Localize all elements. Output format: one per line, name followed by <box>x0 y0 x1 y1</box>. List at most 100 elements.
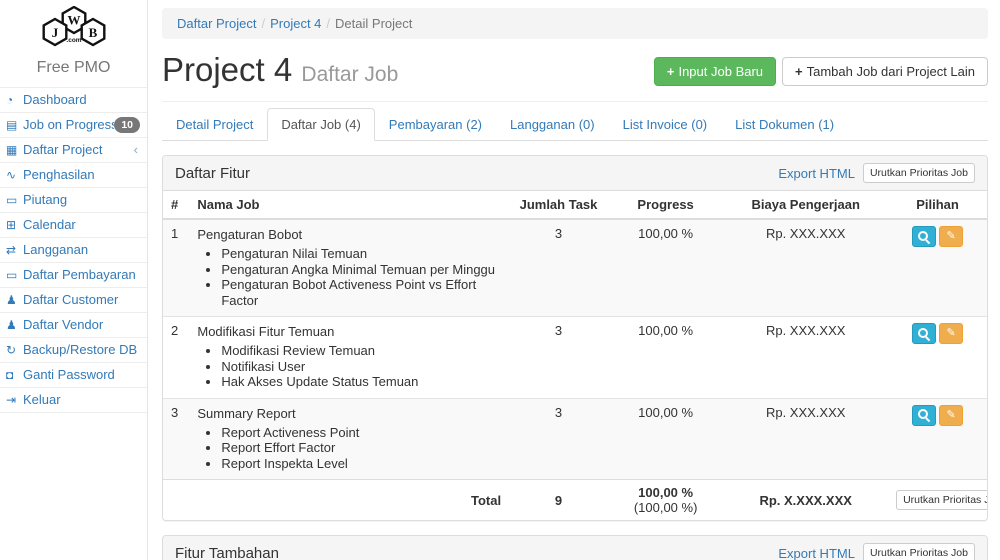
column-header: Pilihan <box>888 191 987 219</box>
panel-fitur-tambahan: Fitur Tambahan Export HTML Urutkan Prior… <box>162 535 988 560</box>
biaya-value: Rp. XXX.XXX <box>723 219 888 317</box>
sidebar-item-label: Daftar Pembayaran <box>23 267 140 283</box>
tambah-job-label: Tambah Job dari Project Lain <box>807 64 975 79</box>
sidebar-item-daftar-customer[interactable]: ♟Daftar Customer <box>0 288 147 313</box>
export-html-link[interactable]: Export HTML <box>778 166 855 181</box>
project-title: Project 4 <box>162 51 292 88</box>
row-number: 3 <box>163 398 189 480</box>
sidebar-item-daftar-vendor[interactable]: ♟Daftar Vendor <box>0 313 147 338</box>
retweet-icon: ⇄ <box>6 242 23 258</box>
sidebar-item-job-on-progress[interactable]: ▤Job on Progress10 <box>0 113 147 138</box>
table-body: 1Pengaturan BobotPengaturan Nilai Temuan… <box>163 219 987 480</box>
tab-detail-project[interactable]: Detail Project <box>162 108 267 141</box>
view-job-button[interactable] <box>912 405 936 426</box>
export-html-link[interactable]: Export HTML <box>778 546 855 560</box>
view-job-button[interactable] <box>912 226 936 247</box>
urutkan-prioritas-job-button[interactable]: Urutkan Prioritas Job <box>896 490 988 510</box>
count-badge: 10 <box>114 117 140 133</box>
breadcrumb: Daftar Project/Project 4/Detail Project <box>162 8 988 39</box>
pilihan-cell: ✎ <box>888 317 987 399</box>
subtask-item: Report Inspekta Level <box>221 456 501 472</box>
row-number: 2 <box>163 317 189 399</box>
row-number: 1 <box>163 219 189 317</box>
sidebar-item-daftar-project[interactable]: ▦Daftar Project‹ <box>0 138 147 163</box>
action-buttons: ✎ <box>912 226 963 247</box>
panel-daftar-fitur: Daftar Fitur Export HTML Urutkan Priorit… <box>162 155 988 521</box>
sidebar-item-label: Daftar Project <box>23 142 134 158</box>
subtask-item: Report Activeness Point <box>221 425 501 441</box>
panel-title: Fitur Tambahan <box>175 545 778 560</box>
sidebar-item-label: Penghasilan <box>23 167 140 183</box>
progress-value: 100,00 % <box>608 398 723 480</box>
input-job-baru-button[interactable]: + Input Job Baru <box>654 57 776 86</box>
job-name-cell: Modifikasi Fitur TemuanModifikasi Review… <box>189 317 509 399</box>
sidebar: W J B .com Free PMO ◔Dashboard▤Job on Pr… <box>0 0 148 560</box>
edit-job-button[interactable]: ✎ <box>939 405 963 426</box>
table-header: #Nama JobJumlah TaskProgressBiaya Penger… <box>163 191 987 219</box>
svg-text:W: W <box>67 13 80 28</box>
job-name: Summary Report <box>197 405 501 422</box>
breadcrumb-separator: / <box>256 16 270 31</box>
column-header: Progress <box>608 191 723 219</box>
sidebar-item-label: Calendar <box>23 217 140 233</box>
sidebar-item-label: Langganan <box>23 242 140 258</box>
job-name-cell: Summary Report Report Activeness Point Rep… <box>189 398 509 480</box>
breadcrumb-current: Detail Project <box>335 16 412 31</box>
breadcrumb-link-project-4[interactable]: Project 4 <box>270 16 321 31</box>
pilihan-cell: ✎ <box>888 398 987 480</box>
dashboard-icon: ◔ <box>6 92 23 108</box>
tab-langganan-0[interactable]: Langganan (0) <box>496 108 609 141</box>
action-buttons: ✎ <box>912 323 963 344</box>
page-header: Project 4 Daftar Job + Input Job Baru + … <box>162 45 988 102</box>
edit-job-button[interactable]: ✎ <box>939 323 963 344</box>
sidebar-item-dashboard[interactable]: ◔Dashboard <box>0 88 147 113</box>
biaya-value: Rp. XXX.XXX <box>723 398 888 480</box>
users-icon: ♟ <box>6 292 23 308</box>
sign-out-icon: ⇥ <box>6 392 23 408</box>
progress-value: 100,00 % <box>608 219 723 317</box>
subtask-item: Hak Akses Update Status Temuan <box>221 374 501 390</box>
sidebar-item-piutang[interactable]: ▭Piutang <box>0 188 147 213</box>
tab-list-invoice-0[interactable]: List Invoice (0) <box>609 108 722 141</box>
sidebar-item-calendar[interactable]: ⊞Calendar <box>0 213 147 238</box>
sidebar-item-keluar[interactable]: ⇥Keluar <box>0 388 147 413</box>
sidebar-item-penghasilan[interactable]: ∿Penghasilan <box>0 163 147 188</box>
sidebar-item-label: Dashboard <box>23 92 140 108</box>
tab-daftar-job-4[interactable]: Daftar Job (4) <box>267 108 374 141</box>
sidebar-item-ganti-password[interactable]: ◘Ganti Password <box>0 363 147 388</box>
urutkan-prioritas-job-button[interactable]: Urutkan Prioritas Job <box>863 163 975 183</box>
page-subtitle: Daftar Job <box>301 63 398 86</box>
tab-pembayaran-2[interactable]: Pembayaran (2) <box>375 108 496 141</box>
sidebar-item-backup-restore-db[interactable]: ↻Backup/Restore DB <box>0 338 147 363</box>
search-icon <box>918 231 930 243</box>
plus-icon: + <box>795 64 803 79</box>
total-progress: 100,00 % (100,00 %) <box>608 480 723 521</box>
plus-icon: + <box>667 64 675 79</box>
sidebar-item-label: Keluar <box>23 392 140 408</box>
main-content: Daftar Project/Project 4/Detail Project … <box>148 0 1000 560</box>
panel-heading: Daftar Fitur Export HTML Urutkan Priorit… <box>163 156 987 191</box>
urutkan-prioritas-job-button[interactable]: Urutkan Prioritas Job <box>863 543 975 560</box>
tab-list-dokumen-1[interactable]: List Dokumen (1) <box>721 108 848 141</box>
view-job-button[interactable] <box>912 323 936 344</box>
total-progress-value: 100,00 % <box>638 485 693 500</box>
money-icon: ▭ <box>6 267 23 283</box>
sidebar-item-langganan[interactable]: ⇄Langganan <box>0 238 147 263</box>
table-icon: ▦ <box>6 142 23 158</box>
calendar-icon: ⊞ <box>6 217 23 233</box>
jumlah-task-value: 3 <box>509 317 608 399</box>
job-row: 3 Summary Report Report Activeness Point Re… <box>163 398 987 480</box>
progress-value: 100,00 % <box>608 317 723 399</box>
table-footer: Total 9 100,00 % (100,00 %) Rp. X.XXX.XX… <box>163 480 987 521</box>
total-cost: Rp. X.XXX.XXX <box>723 480 888 521</box>
list-icon: ▤ <box>6 117 23 133</box>
breadcrumb-link-daftar-project[interactable]: Daftar Project <box>177 16 256 31</box>
sidebar-item-daftar-pembayaran[interactable]: ▭Daftar Pembayaran <box>0 263 147 288</box>
edit-job-button[interactable]: ✎ <box>939 226 963 247</box>
tambah-job-dari-project-lain-button[interactable]: + Tambah Job dari Project Lain <box>782 57 988 86</box>
sidebar-item-label: Backup/Restore DB <box>23 342 140 358</box>
sidebar-item-label: Job on Progress <box>23 117 114 133</box>
edit-icon: ✎ <box>946 231 955 242</box>
line-chart-icon: ∿ <box>6 167 23 183</box>
subtask-item: Pengaturan Bobot Activeness Point vs Eff… <box>221 277 501 308</box>
